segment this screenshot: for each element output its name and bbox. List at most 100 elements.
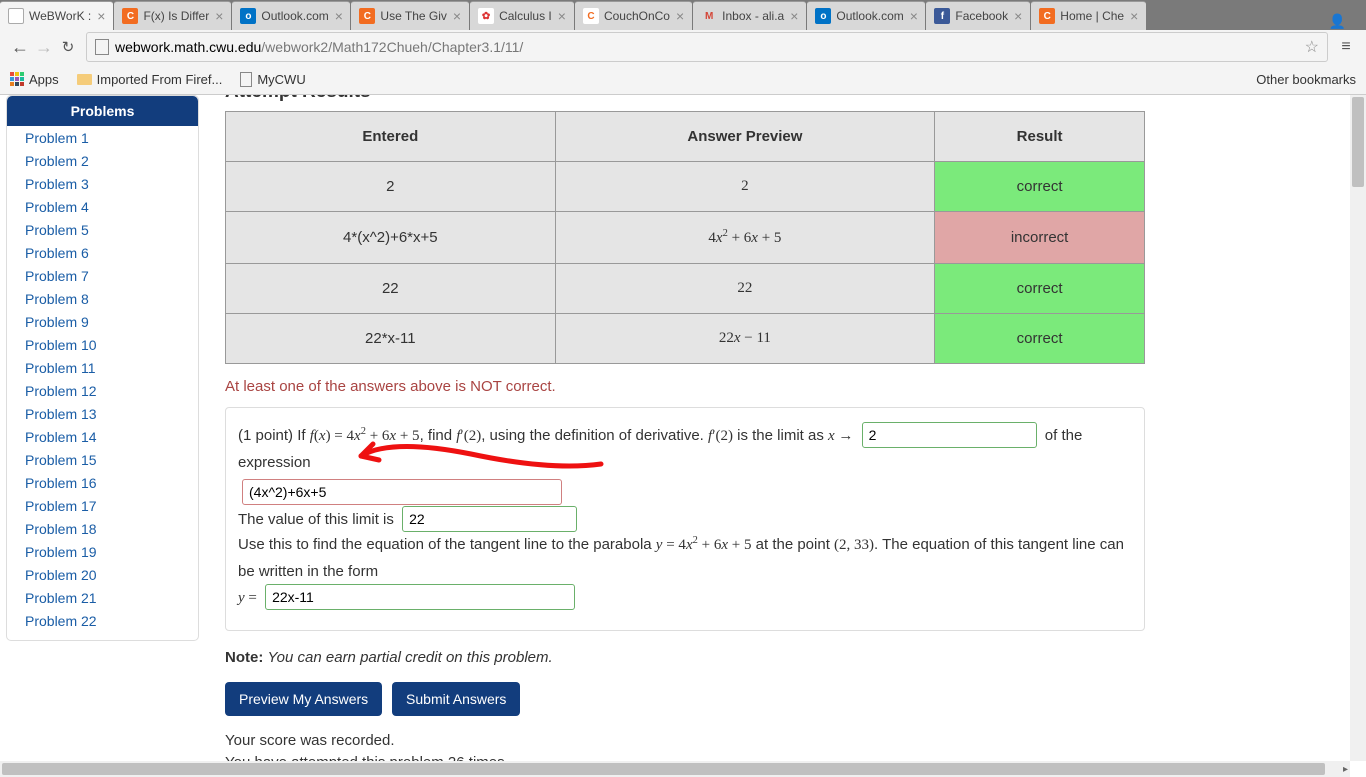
table-row: 22correct (226, 162, 1145, 212)
table-row: 2222correct (226, 264, 1145, 314)
close-icon[interactable]: × (453, 8, 461, 24)
math-fprime2: f′(2) (708, 428, 733, 444)
favicon: M (701, 8, 717, 24)
col-preview: Answer Preview (555, 112, 935, 162)
math-point: (2, 33) (834, 537, 874, 553)
browser-tab[interactable]: MInbox - ali.a× (693, 1, 806, 30)
favicon: o (240, 8, 256, 24)
sidebar-item-problem[interactable]: Problem 8 (7, 287, 198, 310)
close-icon[interactable]: × (1014, 8, 1022, 24)
close-icon[interactable]: × (790, 8, 798, 24)
close-icon[interactable]: × (97, 8, 105, 24)
favicon: ✿ (478, 8, 494, 24)
sidebar-item-problem[interactable]: Problem 9 (7, 310, 198, 333)
sidebar-item-problem[interactable]: Problem 14 (7, 425, 198, 448)
sidebar-item-problem[interactable]: Problem 1 (7, 126, 198, 149)
close-icon[interactable]: × (558, 8, 566, 24)
url-path: /webwork2/Math172Chueh/Chapter3.1/11/ (261, 39, 523, 55)
back-button[interactable]: ← (8, 37, 32, 58)
col-result: Result (935, 112, 1145, 162)
sidebar-item-problem[interactable]: Problem 7 (7, 264, 198, 287)
folder-icon (77, 74, 92, 85)
scrollbar-horizontal[interactable]: ◂ ▸ (0, 761, 1350, 777)
table-row: 4*(x^2)+6*x+54x2 + 6x + 5incorrect (226, 212, 1145, 264)
favicon (8, 8, 24, 24)
close-icon[interactable]: × (910, 8, 918, 24)
sidebar-item-problem[interactable]: Problem 21 (7, 586, 198, 609)
browser-chrome: WeBWorK :×CF(x) Is Differ×oOutlook.com×C… (0, 0, 1366, 95)
sidebar-item-problem[interactable]: Problem 4 (7, 195, 198, 218)
apps-button[interactable]: Apps (10, 72, 59, 87)
close-icon[interactable]: × (676, 8, 684, 24)
bookmark-mycwu[interactable]: MyCWU (240, 72, 305, 87)
reload-button[interactable]: ↻ (56, 38, 80, 56)
close-icon[interactable]: × (1130, 8, 1138, 24)
sidebar-item-problem[interactable]: Problem 6 (7, 241, 198, 264)
favicon: C (359, 8, 375, 24)
results-title: Attempt Results (225, 95, 1336, 103)
other-bookmarks[interactable]: Other bookmarks (1256, 72, 1356, 87)
input-limit-var[interactable] (862, 422, 1037, 448)
favicon: f (934, 8, 950, 24)
sidebar-item-problem[interactable]: Problem 16 (7, 471, 198, 494)
note-row: Note: You can earn partial credit on thi… (225, 649, 1336, 666)
sidebar-item-problem[interactable]: Problem 3 (7, 172, 198, 195)
scrollbar-vertical[interactable]: ▴ (1350, 95, 1366, 761)
sidebar-item-problem[interactable]: Problem 13 (7, 402, 198, 425)
browser-tab[interactable]: CHome | Che× (1031, 1, 1146, 30)
results-table: Entered Answer Preview Result 22correct4… (225, 111, 1145, 364)
browser-tab[interactable]: CUse The Giv× (351, 1, 469, 30)
browser-tab[interactable]: ✿Calculus I× (470, 1, 574, 30)
sidebar-item-problem[interactable]: Problem 18 (7, 517, 198, 540)
input-tangent[interactable] (265, 584, 575, 610)
math-fprime: f′(2) (456, 428, 481, 444)
file-icon (240, 72, 252, 87)
user-icon[interactable]: 👤 (1309, 13, 1366, 30)
forward-button[interactable]: → (32, 37, 56, 58)
sidebar-header: Problems (7, 96, 198, 126)
main-content: Attempt Results Entered Answer Preview R… (225, 95, 1366, 777)
star-icon[interactable]: ☆ (1305, 37, 1319, 57)
favicon: C (1039, 8, 1055, 24)
sidebar-item-problem[interactable]: Problem 10 (7, 333, 198, 356)
favicon: o (815, 8, 831, 24)
sidebar-item-problem[interactable]: Problem 15 (7, 448, 198, 471)
sidebar-item-problem[interactable]: Problem 19 (7, 540, 198, 563)
col-entered: Entered (226, 112, 556, 162)
preview-button[interactable]: Preview My Answers (225, 682, 382, 716)
button-row: Preview My Answers Submit Answers (225, 682, 1336, 716)
browser-tab[interactable]: oOutlook.com× (232, 1, 350, 30)
math-parabola: y = 4x2 + 6x + 5 (656, 537, 752, 553)
browser-tab[interactable]: oOutlook.com× (807, 1, 925, 30)
input-expression[interactable] (242, 479, 562, 505)
sidebar-item-problem[interactable]: Problem 2 (7, 149, 198, 172)
url-host: webwork.math.cwu.edu (115, 39, 261, 55)
close-icon[interactable]: × (335, 8, 343, 24)
warning-text: At least one of the answers above is NOT… (225, 378, 1336, 395)
submit-button[interactable]: Submit Answers (392, 682, 520, 716)
table-row: 22*x-1122x − 11correct (226, 314, 1145, 364)
bookmark-imported[interactable]: Imported From Firef... (77, 72, 223, 87)
tab-strip: WeBWorK :×CF(x) Is Differ×oOutlook.com×C… (0, 0, 1366, 30)
address-bar-row: ← → ↻ webwork.math.cwu.edu/webwork2/Math… (0, 30, 1366, 64)
page-body: Problems Problem 1Problem 2Problem 3Prob… (0, 95, 1366, 777)
sidebar-item-problem[interactable]: Problem 20 (7, 563, 198, 586)
math-fx: f(x) = 4x2 + 6x + 5 (310, 428, 420, 444)
browser-tab[interactable]: fFacebook× (926, 1, 1030, 30)
sidebar-item-problem[interactable]: Problem 12 (7, 379, 198, 402)
browser-tab[interactable]: CCouchOnCo× (575, 1, 692, 30)
menu-icon[interactable]: ≡ (1334, 38, 1358, 56)
favicon: C (583, 8, 599, 24)
input-limit-value[interactable] (402, 506, 577, 532)
sidebar-item-problem[interactable]: Problem 17 (7, 494, 198, 517)
favicon: C (122, 8, 138, 24)
bookmarks-bar: Apps Imported From Firef... MyCWU Other … (0, 64, 1366, 94)
browser-tab[interactable]: CF(x) Is Differ× (114, 1, 231, 30)
sidebar-item-problem[interactable]: Problem 11 (7, 356, 198, 379)
close-icon[interactable]: × (215, 8, 223, 24)
sidebar-item-problem[interactable]: Problem 22 (7, 609, 198, 632)
url-bar[interactable]: webwork.math.cwu.edu/webwork2/Math172Chu… (86, 32, 1328, 62)
sidebar-item-problem[interactable]: Problem 5 (7, 218, 198, 241)
sidebar: Problems Problem 1Problem 2Problem 3Prob… (0, 95, 205, 777)
browser-tab[interactable]: WeBWorK :× (0, 1, 113, 30)
